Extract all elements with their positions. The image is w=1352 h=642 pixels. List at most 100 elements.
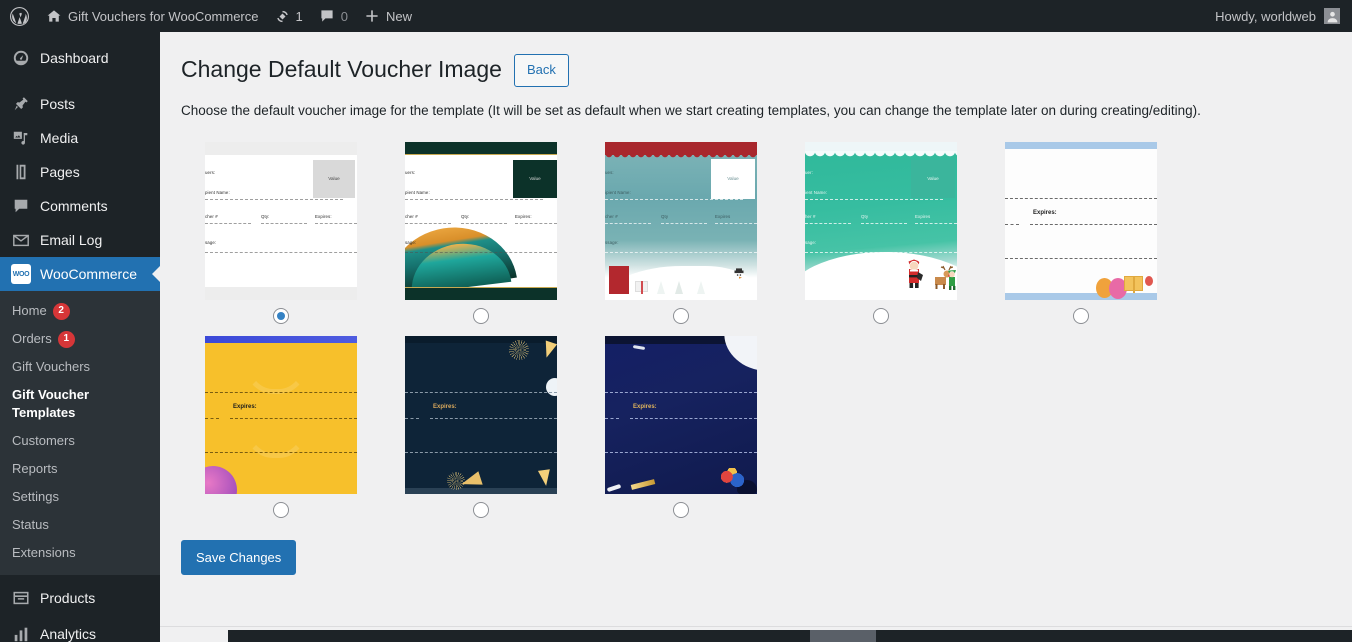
voucher-field: Expires <box>715 213 731 219</box>
voucher-radio-blue-balloons[interactable] <box>1073 307 1089 324</box>
updates-icon <box>275 9 290 24</box>
voucher-field: pient Name: <box>205 189 230 195</box>
voucher-thumbnail-navy-newyear[interactable]: Expires: <box>405 335 557 494</box>
decor-confetti <box>632 344 646 350</box>
voucher-radio-christmas-snowman[interactable] <box>673 307 689 324</box>
updates-link[interactable]: 1 <box>267 0 311 32</box>
decor-top-bar <box>405 141 557 155</box>
voucher-field: Qty: <box>261 213 270 219</box>
voucher-radio-dark-green-wave[interactable] <box>473 307 489 324</box>
voucher-thumbnail-blue-festive[interactable]: Expires: <box>605 335 757 494</box>
voucher-rule <box>205 251 357 253</box>
voucher-thumbnail-christmas-snowman[interactable]: Value ues: ipient Name: cher # Qty Expir… <box>605 141 757 300</box>
sidebar-item-analytics[interactable]: Analytics <box>0 617 160 642</box>
sidebar-item-label: Pages <box>40 164 80 180</box>
sidebar-item-posts[interactable]: Posts <box>0 87 160 121</box>
sidebar-item-media[interactable]: Media <box>0 121 160 155</box>
voucher-field: cher # <box>405 213 418 219</box>
account-menu[interactable]: Howdy, worldweb <box>1215 8 1352 24</box>
sidebar-subitem-gift-voucher-templates[interactable]: Gift Voucher Templates <box>0 381 160 427</box>
envelope-icon <box>11 230 31 250</box>
main-content: Change Default Voucher Image Back Choose… <box>160 32 1352 642</box>
voucher-thumbnail-light-classic[interactable]: Value uers: pient Name: cher # Qty: Expi… <box>205 141 357 300</box>
voucher-expires-label: Expires: <box>1033 209 1057 216</box>
voucher-radio-blue-festive[interactable] <box>673 501 689 518</box>
voucher-expires-label: Expires: <box>233 403 257 410</box>
sidebar-subitem-orders[interactable]: Orders 1 <box>0 325 160 353</box>
voucher-rule <box>915 222 957 224</box>
voucher-field: Expires: <box>515 213 532 219</box>
voucher-rule <box>805 198 943 200</box>
voucher-field: ient Name: <box>805 189 828 195</box>
voucher-rule <box>605 417 619 419</box>
sidebar-subitem-settings[interactable]: Settings <box>0 483 160 511</box>
sidebar-item-label: Products <box>40 590 96 606</box>
form-actions: Save Changes <box>160 530 1352 576</box>
sidebar-item-dashboard[interactable]: Dashboard <box>0 40 160 76</box>
voucher-radio-navy-newyear[interactable] <box>473 501 489 518</box>
voucher-rule <box>1005 223 1019 225</box>
sidebar-item-email-log[interactable]: Email Log <box>0 223 160 257</box>
voucher-field: ues: <box>605 169 614 175</box>
voucher-thumbnail-christmas-santa[interactable]: Value uer: ient Name: her # Qty Expires … <box>805 141 957 300</box>
voucher-field: uer: <box>805 169 813 175</box>
decor-firework <box>509 339 529 360</box>
decor-bottom-bar <box>205 286 357 300</box>
voucher-field: pient Name: <box>405 189 430 195</box>
sidebar-subitem-home[interactable]: Home 2 <box>0 297 160 325</box>
comments-link[interactable]: 0 <box>311 0 356 32</box>
sidebar-item-woocommerce[interactable]: WOO WooCommerce <box>0 257 160 291</box>
decor-red-banner <box>605 141 757 158</box>
decor-gift-box <box>1124 275 1143 293</box>
decor-champagne-flute <box>537 469 553 487</box>
voucher-value-box: Value <box>513 159 557 198</box>
voucher-rule <box>605 451 757 453</box>
scrollbar-track[interactable] <box>228 630 1352 642</box>
sidebar-subitem-extensions[interactable]: Extensions <box>0 539 160 567</box>
voucher-rule <box>205 391 357 393</box>
wordpress-logo-button[interactable] <box>0 0 38 32</box>
sidebar-subitem-customers[interactable]: Customers <box>0 427 160 455</box>
sidebar-subitem-reports[interactable]: Reports <box>0 455 160 483</box>
voucher-radio-christmas-santa[interactable] <box>873 307 889 324</box>
voucher-rule <box>405 451 557 453</box>
page-description: Choose the default voucher image for the… <box>181 102 1201 118</box>
analytics-icon <box>11 624 31 642</box>
scrollbar-thumb[interactable] <box>810 630 876 642</box>
voucher-radio-yellow-celebration[interactable] <box>273 501 289 518</box>
voucher-rule <box>405 222 451 224</box>
decor-top-bar <box>1005 141 1157 149</box>
voucher-thumbnail-yellow-celebration[interactable]: Expires: <box>205 335 357 494</box>
voucher-thumbnail-dark-green-wave[interactable]: Value uers: pient Name: cher # Qty: Expi… <box>405 141 557 300</box>
voucher-expires-label: Expires: <box>633 403 657 410</box>
voucher-field: Qty: <box>461 213 470 219</box>
save-changes-button[interactable]: Save Changes <box>181 539 297 576</box>
voucher-rule <box>405 198 543 200</box>
voucher-rule <box>1005 257 1157 259</box>
voucher-radio-light-classic[interactable] <box>273 307 289 324</box>
new-content-button[interactable]: New <box>356 0 420 32</box>
back-button[interactable]: Back <box>513 54 569 87</box>
voucher-field: ipient Name: <box>605 189 631 195</box>
sidebar-subitem-gift-vouchers[interactable]: Gift Vouchers <box>0 353 160 381</box>
sidebar-subitem-status[interactable]: Status <box>0 511 160 539</box>
sidebar-subitem-label: Extensions <box>12 545 76 560</box>
decor-champagne-flute <box>540 340 557 360</box>
home-icon <box>46 8 62 24</box>
voucher-thumbnail-blue-balloons[interactable]: Expires: <box>1005 141 1157 300</box>
updates-count: 1 <box>295 8 303 24</box>
sidebar-item-comments[interactable]: Comments <box>0 189 160 223</box>
decor-snow-edge <box>805 150 957 158</box>
voucher-option: Value uers: pient Name: cher # Qty: Expi… <box>181 141 381 324</box>
site-name: Gift Vouchers for WooCommerce <box>68 8 259 24</box>
site-home-link[interactable]: Gift Vouchers for WooCommerce <box>38 0 267 32</box>
sidebar-item-label: Email Log <box>40 232 103 248</box>
decor-top-bar <box>205 335 357 343</box>
sidebar-item-pages[interactable]: Pages <box>0 155 160 189</box>
voucher-rule <box>205 417 219 419</box>
sidebar-item-products[interactable]: Products <box>0 581 160 615</box>
user-avatar-icon <box>1324 8 1340 24</box>
horizontal-scrollbar[interactable] <box>160 626 1352 642</box>
comments-icon <box>319 8 335 24</box>
wordpress-logo-icon <box>10 6 29 26</box>
